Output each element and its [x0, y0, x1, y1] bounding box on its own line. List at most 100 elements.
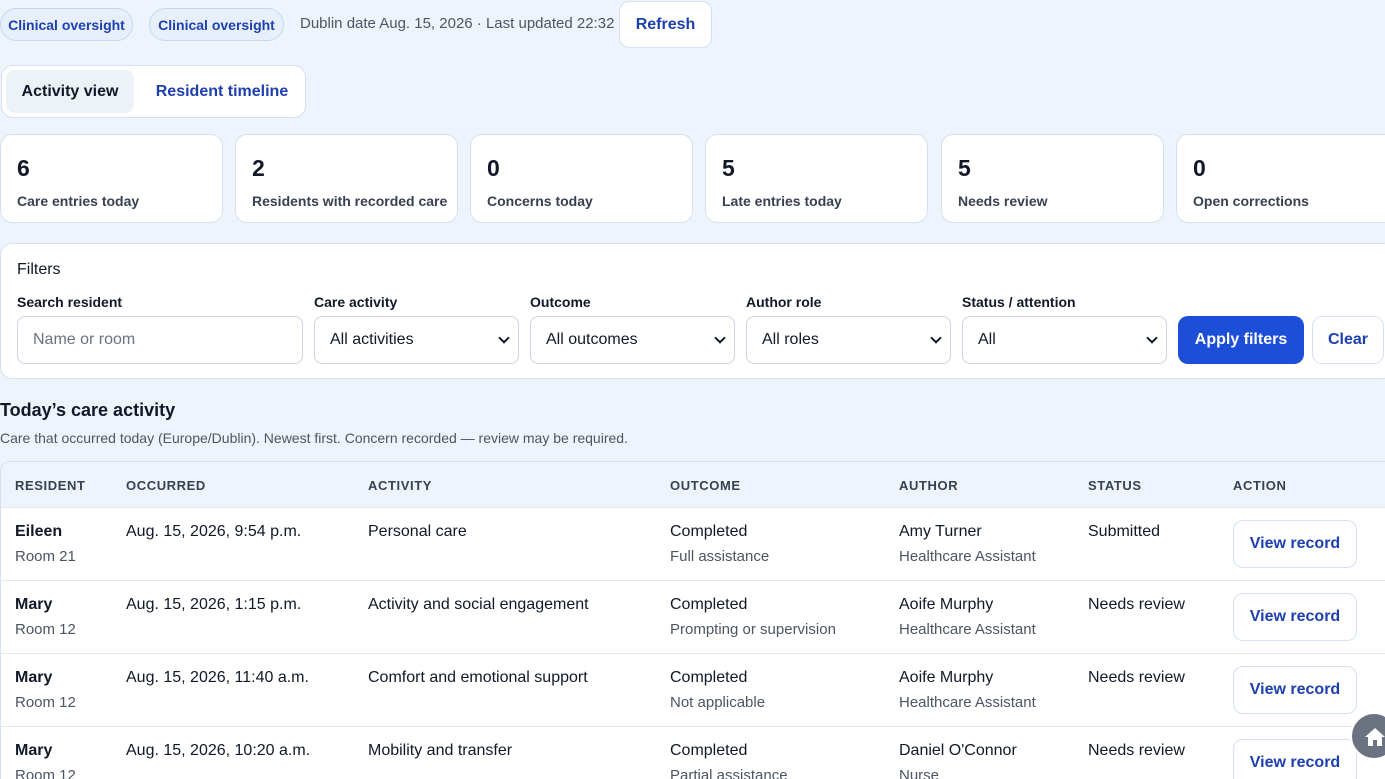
- stat-value: 0: [1193, 155, 1206, 181]
- author-role: Healthcare Assistant: [899, 548, 1036, 565]
- date-status-text: Dublin date Aug. 15, 2026 · Last updated…: [300, 15, 615, 32]
- column-header: OUTCOME: [670, 478, 741, 493]
- stat-value: 5: [722, 155, 735, 181]
- top-bar: Clinical oversight Clinical oversight Du…: [0, 0, 1385, 50]
- role-label: Author role: [746, 294, 822, 310]
- chevron-down-icon: [930, 332, 942, 344]
- occurred-time: Aug. 15, 2026, 9:54 p.m.: [126, 523, 302, 540]
- column-header: ACTION: [1233, 478, 1287, 493]
- resident-name: Mary: [15, 742, 53, 759]
- search-input[interactable]: Name or room: [17, 316, 303, 364]
- stat-card-care-entries: 6 Care entries today: [0, 134, 223, 223]
- author-name: Amy Turner: [899, 523, 982, 540]
- stat-card-open-corrections: 0 Open corrections: [1176, 134, 1385, 223]
- stat-value: 5: [958, 155, 971, 181]
- stat-card-late-entries: 5 Late entries today: [705, 134, 928, 223]
- tab-resident-timeline[interactable]: Resident timeline: [142, 70, 302, 113]
- status-select-value: All: [978, 331, 996, 348]
- resident-room: Room 12: [15, 694, 76, 711]
- outcome-detail: Prompting or supervision: [670, 621, 836, 638]
- stat-card-needs-review: 5 Needs review: [941, 134, 1164, 223]
- stat-card-residents: 2 Residents with recorded care: [235, 134, 458, 223]
- column-header: ACTIVITY: [368, 478, 433, 493]
- resident-room: Room 12: [15, 767, 76, 779]
- stat-label: Residents with recorded care: [252, 193, 448, 209]
- occurred-time: Aug. 15, 2026, 10:20 a.m.: [126, 742, 311, 759]
- stat-value: 0: [487, 155, 500, 181]
- chevron-down-icon: [498, 332, 510, 344]
- status-text: Submitted: [1088, 523, 1161, 540]
- status-select[interactable]: All: [962, 316, 1167, 364]
- stat-label: Late entries today: [722, 193, 842, 209]
- view-record-button[interactable]: View record: [1233, 739, 1357, 779]
- activity-name: Personal care: [368, 523, 467, 540]
- outcome-value: Completed: [670, 523, 748, 540]
- table-header: RESIDENT OCCURRED ACTIVITY OUTCOME AUTHO…: [1, 462, 1385, 508]
- home-icon: [1365, 728, 1385, 746]
- outcome-select-value: All outcomes: [546, 331, 638, 348]
- author-role: Healthcare Assistant: [899, 694, 1036, 711]
- outcome-value: Completed: [670, 669, 748, 686]
- author-name: Aoife Murphy: [899, 669, 994, 686]
- status-text: Needs review: [1088, 742, 1185, 759]
- view-record-button[interactable]: View record: [1233, 666, 1357, 714]
- view-tabs: Activity view Resident timeline: [1, 65, 306, 118]
- resident-room: Room 12: [15, 621, 76, 638]
- stat-card-concerns: 0 Concerns today: [470, 134, 693, 223]
- column-header: RESIDENT: [15, 478, 86, 493]
- resident-name: Mary: [15, 669, 53, 686]
- occurred-time: Aug. 15, 2026, 11:40 a.m.: [126, 669, 309, 686]
- activity-select-value: All activities: [330, 331, 414, 348]
- context-pill[interactable]: Clinical oversight: [0, 8, 133, 41]
- activity-name: Comfort and emotional support: [368, 669, 588, 686]
- stat-value: 2: [252, 155, 265, 181]
- stat-label: Care entries today: [17, 193, 140, 209]
- author-role: Nurse: [899, 767, 940, 779]
- outcome-detail: Partial assistance: [670, 767, 788, 779]
- table-row: Mary Room 12 Aug. 15, 2026, 11:40 a.m. C…: [1, 654, 1385, 727]
- care-activity-table: RESIDENT OCCURRED ACTIVITY OUTCOME AUTHO…: [0, 461, 1385, 779]
- outcome-label: Outcome: [530, 294, 591, 310]
- tab-activity-view[interactable]: Activity view: [6, 70, 134, 113]
- activity-label: Care activity: [314, 294, 398, 310]
- apply-filters-button[interactable]: Apply filters: [1178, 316, 1304, 364]
- stat-label: Concerns today: [487, 193, 593, 209]
- author-name: Daniel O'Connor: [899, 742, 1017, 759]
- activity-name: Activity and social engagement: [368, 596, 589, 613]
- resident-name: Mary: [15, 596, 53, 613]
- table-row: Mary Room 12 Aug. 15, 2026, 1:15 p.m. Ac…: [1, 581, 1385, 654]
- table-row: Eileen Room 21 Aug. 15, 2026, 9:54 p.m. …: [1, 508, 1385, 581]
- clear-filters-button[interactable]: Clear: [1312, 316, 1384, 364]
- resident-room: Room 21: [15, 548, 76, 565]
- view-record-button[interactable]: View record: [1233, 520, 1357, 568]
- filters-panel: Filters Search resident Name or room Car…: [0, 243, 1385, 379]
- stat-label: Open corrections: [1193, 193, 1309, 209]
- search-label: Search resident: [17, 294, 123, 310]
- outcome-select[interactable]: All outcomes: [530, 316, 735, 364]
- context-pill[interactable]: Clinical oversight: [149, 8, 284, 41]
- outcome-value: Completed: [670, 742, 748, 759]
- chevron-down-icon: [1146, 332, 1158, 344]
- table-row: Mary Room 12 Aug. 15, 2026, 10:20 a.m. M…: [1, 727, 1385, 779]
- section-title: Today’s care activity: [0, 400, 176, 420]
- stat-value: 6: [17, 155, 30, 181]
- section-subtitle: Care that occurred today (Europe/Dublin)…: [0, 430, 628, 446]
- status-text: Needs review: [1088, 596, 1185, 613]
- role-select-value: All roles: [762, 331, 819, 348]
- status-label: Status / attention: [962, 294, 1076, 310]
- author-name: Aoife Murphy: [899, 596, 994, 613]
- author-role: Healthcare Assistant: [899, 621, 1036, 638]
- outcome-detail: Full assistance: [670, 548, 770, 565]
- column-header: AUTHOR: [899, 478, 959, 493]
- resident-name: Eileen: [15, 523, 63, 540]
- stat-label: Needs review: [958, 193, 1048, 209]
- column-header: OCCURRED: [126, 478, 206, 493]
- column-header: STATUS: [1088, 478, 1142, 493]
- occurred-time: Aug. 15, 2026, 1:15 p.m.: [126, 596, 302, 613]
- view-record-button[interactable]: View record: [1233, 593, 1357, 641]
- refresh-button[interactable]: Refresh: [619, 1, 712, 48]
- activity-name: Mobility and transfer: [368, 742, 513, 759]
- outcome-detail: Not applicable: [670, 694, 766, 711]
- role-select[interactable]: All roles: [746, 316, 951, 364]
- activity-select[interactable]: All activities: [314, 316, 519, 364]
